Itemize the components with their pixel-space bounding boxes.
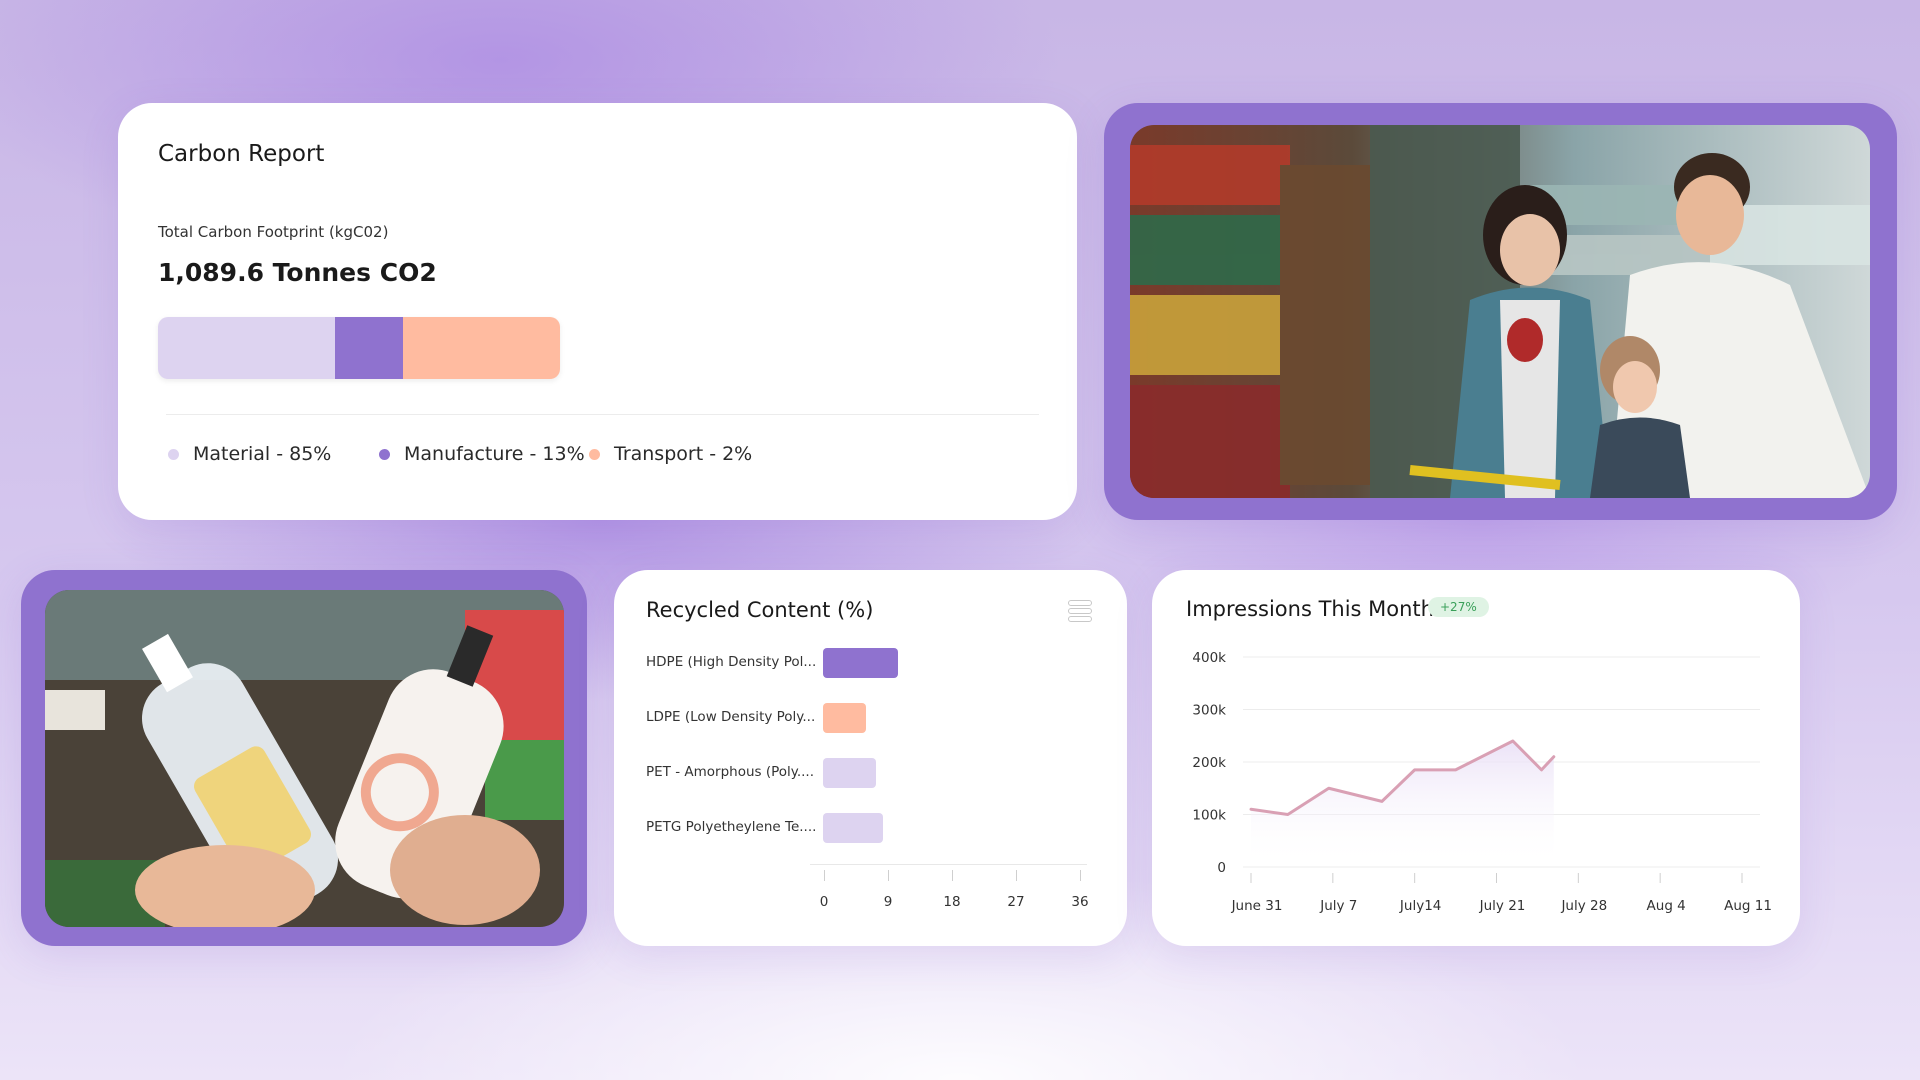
- total-footprint-value: 1,089.6 Tonnes CO2: [158, 258, 437, 287]
- y-tick-label: 300k: [1192, 703, 1226, 719]
- material-segment: [158, 317, 335, 379]
- carbon-report-card: Carbon Report Total Carbon Footprint (kg…: [118, 103, 1077, 520]
- x-tick: [952, 870, 953, 881]
- x-tick: [1080, 870, 1081, 881]
- y-tick-label: 400k: [1192, 650, 1226, 666]
- bar-label: PET - Amorphous (Poly....: [646, 764, 814, 780]
- x-tick: [1016, 870, 1017, 881]
- legend-manufacture: Manufacture - 13%: [379, 443, 585, 465]
- legend-material: Material - 85%: [168, 443, 331, 465]
- x-tick-label: 36: [1071, 894, 1089, 910]
- legend-manufacture-label: Manufacture - 13%: [404, 443, 585, 465]
- bar-label: HDPE (High Density Pol....: [646, 654, 816, 670]
- x-tick-label: June 31: [1231, 898, 1283, 914]
- x-tick: [824, 870, 825, 881]
- footprint-stacked-bar: [158, 317, 560, 379]
- bar-label: PETG Polyetheylene Te....: [646, 819, 816, 835]
- x-tick-label: 18: [943, 894, 961, 910]
- list-menu-icon[interactable]: [1068, 600, 1092, 622]
- manufacture-segment: [334, 317, 404, 379]
- x-tick-label: July 21: [1479, 898, 1526, 914]
- impressions-card: Impressions This Month +27% 0 100k 200k 300…: [1152, 570, 1800, 946]
- bottles-photo-frame: [21, 570, 587, 946]
- y-tick-label: 0: [1217, 860, 1226, 876]
- recycled-content-card: Recycled Content (%) HDPE (High Density …: [614, 570, 1127, 946]
- x-axis-line: [810, 864, 1087, 865]
- carbon-report-title: Carbon Report: [158, 141, 325, 167]
- x-tick-label: Aug 11: [1724, 898, 1772, 914]
- x-tick-label: July 28: [1560, 898, 1607, 914]
- store-photo: [1130, 125, 1870, 498]
- recycled-content-title: Recycled Content (%): [646, 598, 874, 622]
- x-tick-label: 0: [819, 894, 829, 910]
- x-tick-label: July 7: [1319, 898, 1357, 914]
- bottles-photo: [45, 590, 564, 927]
- x-tick: [888, 870, 889, 881]
- x-tick-label: 27: [1007, 894, 1025, 910]
- total-footprint-label: Total Carbon Footprint (kgC02): [158, 223, 389, 241]
- y-tick-label: 100k: [1192, 808, 1226, 824]
- x-tick-label: 9: [883, 894, 893, 910]
- bar: [823, 703, 866, 733]
- transport-segment: [403, 317, 560, 379]
- y-tick-label: 200k: [1192, 755, 1226, 771]
- store-photo-illustration: [1130, 125, 1870, 498]
- bar: [823, 758, 877, 788]
- x-tick-label: July14: [1399, 898, 1441, 914]
- bar: [823, 813, 884, 843]
- legend-dot: [589, 448, 600, 460]
- bar-label: LDPE (Low Density Poly...: [646, 709, 816, 725]
- store-photo-frame: [1104, 103, 1897, 520]
- x-tick-label: Aug 4: [1647, 898, 1686, 914]
- legend-material-label: Material - 85%: [193, 443, 332, 465]
- line-area-fill: [1251, 741, 1554, 867]
- bottles-photo-illustration: [45, 590, 564, 927]
- bar: [823, 648, 898, 678]
- impressions-line-chart: 0 100k 200k 300k 400k June 31 July 7 July14 July…: [1192, 650, 1772, 914]
- divider: [166, 414, 1039, 415]
- legend-dot: [168, 448, 179, 460]
- legend-transport-label: Transport - 2%: [614, 443, 753, 465]
- legend-transport: Transport - 2%: [589, 443, 752, 465]
- legend-dot: [379, 448, 390, 460]
